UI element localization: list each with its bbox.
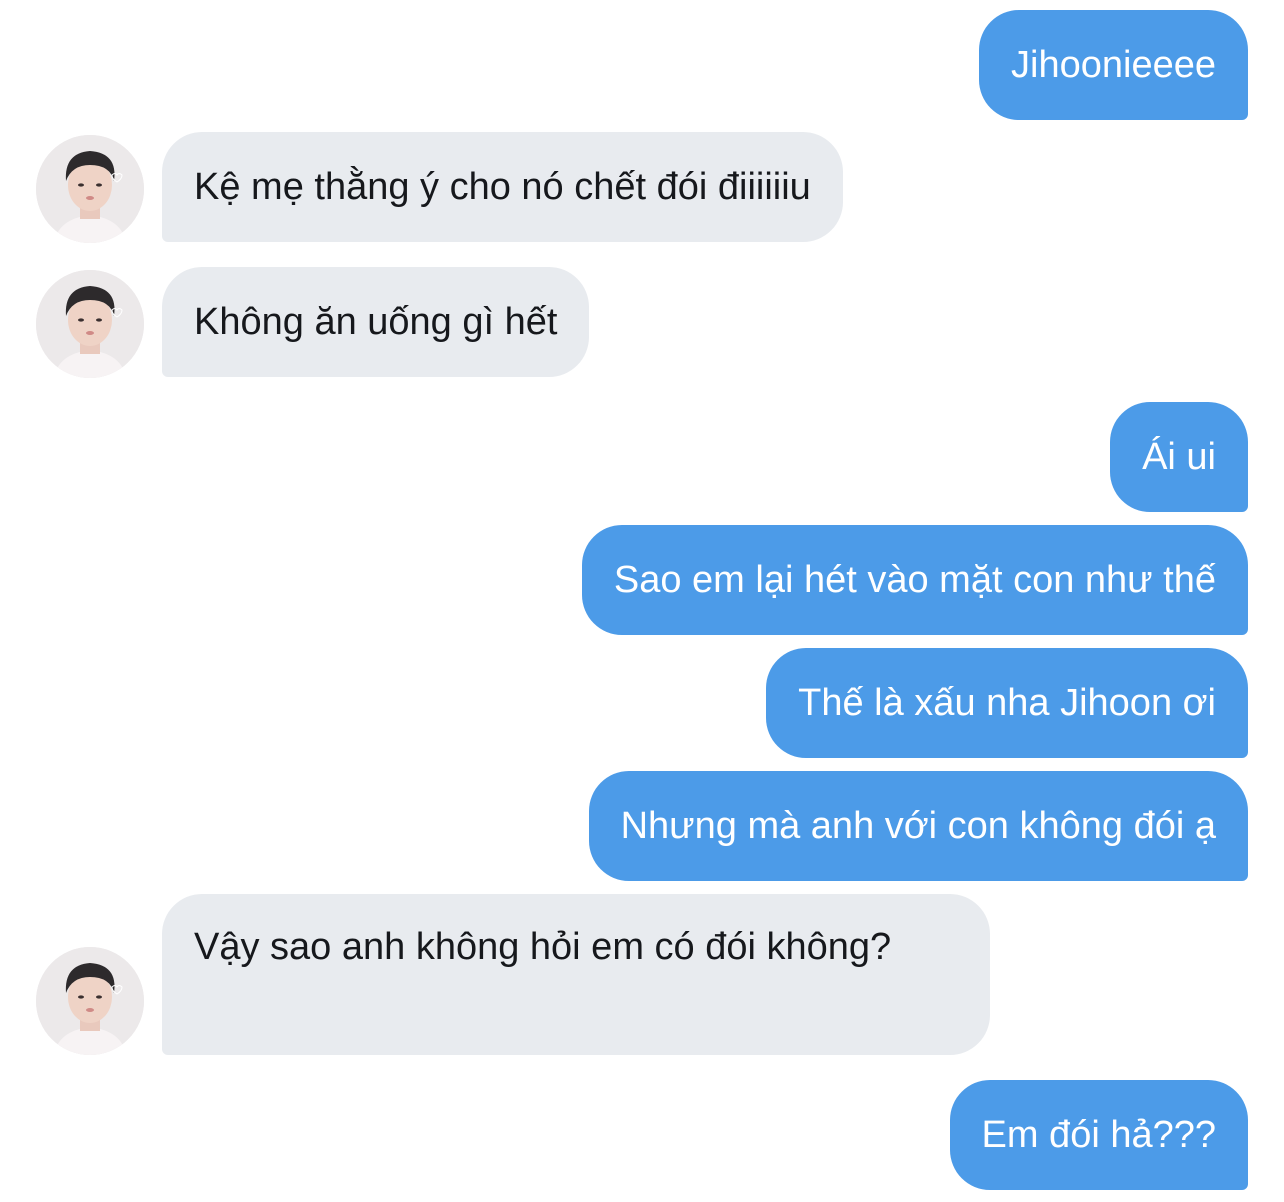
outgoing-message[interactable]: Thế là xấu nha Jihoon ơi: [766, 648, 1248, 758]
contact-avatar[interactable]: [36, 270, 144, 378]
outgoing-message[interactable]: Ái ui: [1110, 402, 1248, 512]
contact-avatar[interactable]: [36, 947, 144, 1055]
incoming-message[interactable]: Kệ mẹ thằng ý cho nó chết đói điiiiiiu: [162, 132, 843, 242]
incoming-message[interactable]: Không ăn uống gì hết: [162, 267, 590, 377]
outgoing-message[interactable]: Em đói hả???: [949, 1080, 1248, 1190]
contact-avatar[interactable]: [36, 135, 144, 243]
incoming-message[interactable]: Vậy sao anh không hỏi em có đói không?: [162, 894, 990, 1055]
outgoing-message[interactable]: Nhưng mà anh với con không đói ạ: [588, 771, 1248, 881]
outgoing-message[interactable]: Sao em lại hét vào mặt con như thế: [581, 525, 1248, 635]
chat-thread[interactable]: Jihoonieeee Kệ mẹ thằng ý cho nó chết đó…: [0, 0, 1284, 1202]
outgoing-message[interactable]: Jihoonieeee: [979, 10, 1248, 120]
